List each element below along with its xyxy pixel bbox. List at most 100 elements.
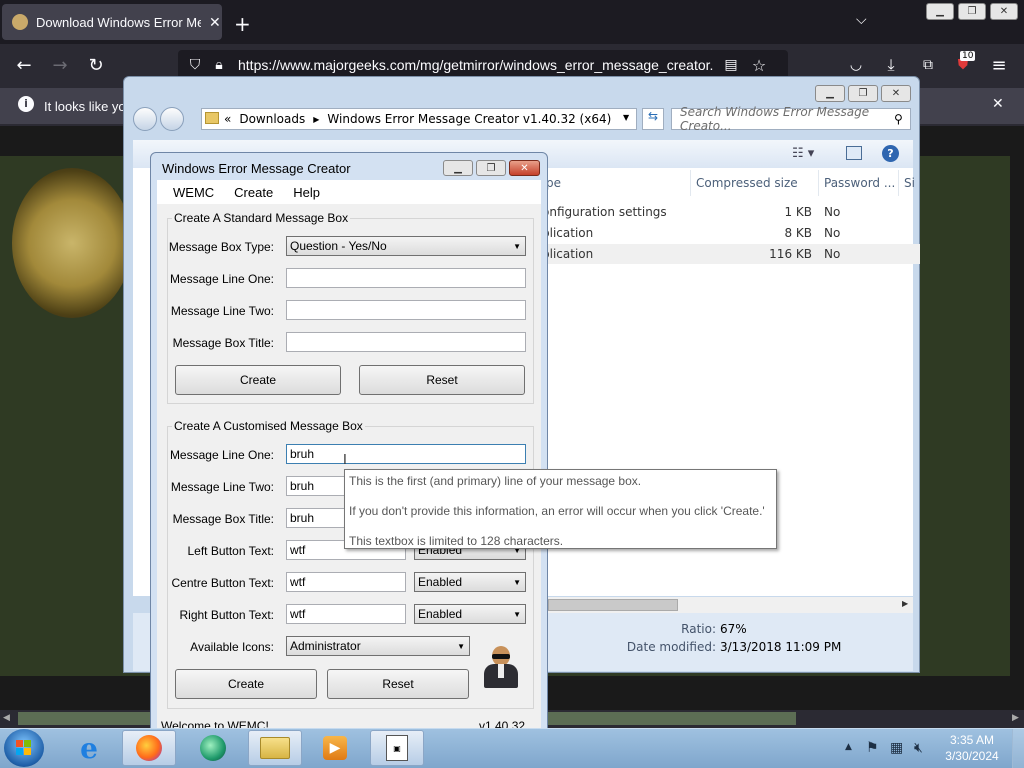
back-arrow-icon[interactable]: ← [11, 52, 37, 78]
standard-title-input[interactable] [286, 332, 526, 352]
download-icon[interactable]: ⤓ [878, 52, 904, 78]
network-icon[interactable]: ▦ [890, 740, 903, 756]
column-password[interactable]: Password ... [824, 176, 895, 190]
browser-tab[interactable]: Download Windows Error Messa ✕ [2, 4, 222, 40]
breadcrumb-separator-icon: ▶ [313, 114, 320, 124]
available-icons-select[interactable]: Administrator ▼ [286, 636, 470, 656]
menu-wemc[interactable]: WEMC [173, 185, 214, 200]
breadcrumb-folder[interactable]: Windows Error Message Creator v1.40.32 (… [327, 112, 611, 126]
message-box-type-select[interactable]: Question - Yes/No ▼ [286, 236, 526, 256]
custom-reset-button[interactable]: Reset [327, 669, 469, 699]
custom-line-one-input[interactable]: bruh [286, 444, 526, 464]
centre-button-state-select[interactable]: Enabled ▼ [414, 572, 526, 592]
explorer-scrollbar-thumb[interactable] [548, 599, 678, 611]
lock-icon[interactable]: 🔒︎ [206, 52, 232, 78]
custom-create-button[interactable]: Create [175, 669, 317, 699]
tab-title: Download Windows Error Messa [36, 14, 201, 30]
table-row-selected[interactable]: plication 116 KB No [540, 244, 920, 264]
explorer-forward-button[interactable] [160, 107, 184, 131]
taskbar-wemc[interactable]: ▣ [370, 730, 424, 766]
taskbar-firefox[interactable] [122, 730, 176, 766]
column-size[interactable]: Si [904, 176, 915, 190]
address-dropdown-icon[interactable]: ▼ [623, 113, 629, 122]
message-box-type-value: Question - Yes/No [290, 239, 387, 253]
file-size: 1 KB [784, 205, 812, 219]
minimize-button[interactable]: ▁ [926, 3, 954, 20]
pocket-icon[interactable]: ◡ [843, 52, 869, 78]
maximize-button[interactable]: ❐ [958, 3, 986, 20]
notification-close-icon[interactable]: ✕ [992, 96, 1004, 112]
column-type[interactable]: pe [546, 176, 561, 190]
folder-icon [260, 737, 290, 759]
explorer-maximize-button[interactable]: ❐ [848, 85, 878, 102]
menu-help[interactable]: Help [293, 185, 320, 200]
standard-line-one-input[interactable] [286, 268, 526, 288]
explorer-search-input[interactable]: Search Windows Error Message Creato... [671, 105, 911, 133]
column-compressed-size[interactable]: Compressed size [696, 176, 798, 190]
scroll-right-icon[interactable]: ▶ [1012, 713, 1019, 723]
text-cursor-icon: I [343, 453, 347, 468]
volume-muted-icon[interactable]: 🔇︎ [914, 740, 923, 756]
explorer-search-placeholder: Search Windows Error Message Creato... [680, 105, 870, 133]
right-button-state-select[interactable]: Enabled ▼ [414, 604, 526, 624]
tab-close-icon[interactable]: ✕ [209, 14, 221, 31]
centre-button-text-input[interactable]: wtf [286, 572, 406, 592]
wemc-menu-bar: WEMC Create Help [157, 180, 541, 204]
scroll-right-icon[interactable]: ▶ [902, 599, 908, 608]
extensions-icon[interactable]: ⧉ [915, 52, 941, 78]
explorer-close-button[interactable]: ✕ [881, 85, 911, 102]
extension-badge: 10 [960, 51, 976, 61]
shield-icon[interactable]: ⛉ [182, 52, 208, 78]
explorer-minimize-button[interactable]: ▁ [815, 85, 845, 102]
explorer-back-button[interactable] [133, 107, 157, 131]
refresh-icon[interactable]: ⇆ [642, 108, 664, 130]
tooltip-line: This textbox is limited to 128 character… [349, 534, 564, 548]
preview-pane-icon[interactable] [846, 146, 862, 160]
table-row[interactable]: onfiguration settings 1 KB No [540, 202, 913, 222]
label: Left Button Text: [187, 544, 274, 558]
standard-group-heading: Create A Standard Message Box [172, 211, 351, 225]
clock[interactable]: 3:35 AM 3/30/2024 [940, 733, 1004, 763]
reload-icon[interactable]: ↻ [83, 52, 109, 78]
dropdown-arrow-icon: ▼ [513, 241, 521, 251]
available-icons-value: Administrator [290, 639, 361, 653]
search-icon[interactable]: ⚲ [894, 112, 903, 126]
centre-button-state-value: Enabled [418, 575, 463, 589]
start-button[interactable] [4, 729, 44, 767]
table-row[interactable]: plication 8 KB No [540, 223, 913, 243]
breadcrumb-downloads[interactable]: Downloads [239, 112, 305, 126]
taskbar-ie[interactable]: e [62, 730, 116, 766]
wemc-title: Windows Error Message Creator [162, 161, 351, 176]
label: Message Box Title: [172, 336, 274, 350]
menu-create[interactable]: Create [234, 185, 273, 200]
right-button-text-input[interactable]: wtf [286, 604, 406, 624]
new-tab-button[interactable]: + [234, 12, 251, 36]
explorer-address-bar[interactable]: « Downloads ▶ Windows Error Message Crea… [201, 108, 637, 130]
taskbar-app[interactable] [186, 730, 240, 766]
scroll-left-icon[interactable]: ◀ [3, 713, 10, 723]
status-text: Welcome to WEMC! [161, 719, 269, 728]
breadcrumb-prefix: « [224, 112, 232, 126]
wemc-close-button[interactable]: ✕ [509, 160, 540, 176]
menu-icon[interactable]: ≡ [986, 52, 1012, 78]
label: Message Line One: [169, 272, 274, 286]
close-button[interactable]: ✕ [990, 3, 1018, 20]
standard-reset-button[interactable]: Reset [359, 365, 525, 395]
help-icon[interactable]: ? [882, 145, 899, 162]
label: Message Line Two: [170, 304, 274, 318]
wemc-maximize-button[interactable]: ❐ [476, 160, 506, 176]
view-options-icon[interactable]: ☷ ▾ [792, 146, 814, 161]
tab-list-chevron-down-icon[interactable]: ⌵ [856, 12, 867, 28]
standard-line-two-input[interactable] [286, 300, 526, 320]
standard-create-button[interactable]: Create [175, 365, 341, 395]
taskbar-media-player[interactable]: ▶ [308, 730, 362, 766]
taskbar-explorer[interactable] [248, 730, 302, 766]
reader-view-icon[interactable]: ▤ [718, 52, 744, 78]
wemc-minimize-button[interactable]: ▁ [443, 160, 473, 176]
version-text: v1.40.32 [479, 719, 526, 728]
forward-arrow-icon[interactable]: → [47, 52, 73, 78]
bookmark-star-icon[interactable]: ☆ [746, 52, 772, 78]
show-hidden-icons-icon[interactable]: ▲ [845, 742, 852, 752]
show-desktop-button[interactable] [1012, 729, 1024, 768]
action-center-flag-icon[interactable]: ⚑ [866, 740, 879, 756]
